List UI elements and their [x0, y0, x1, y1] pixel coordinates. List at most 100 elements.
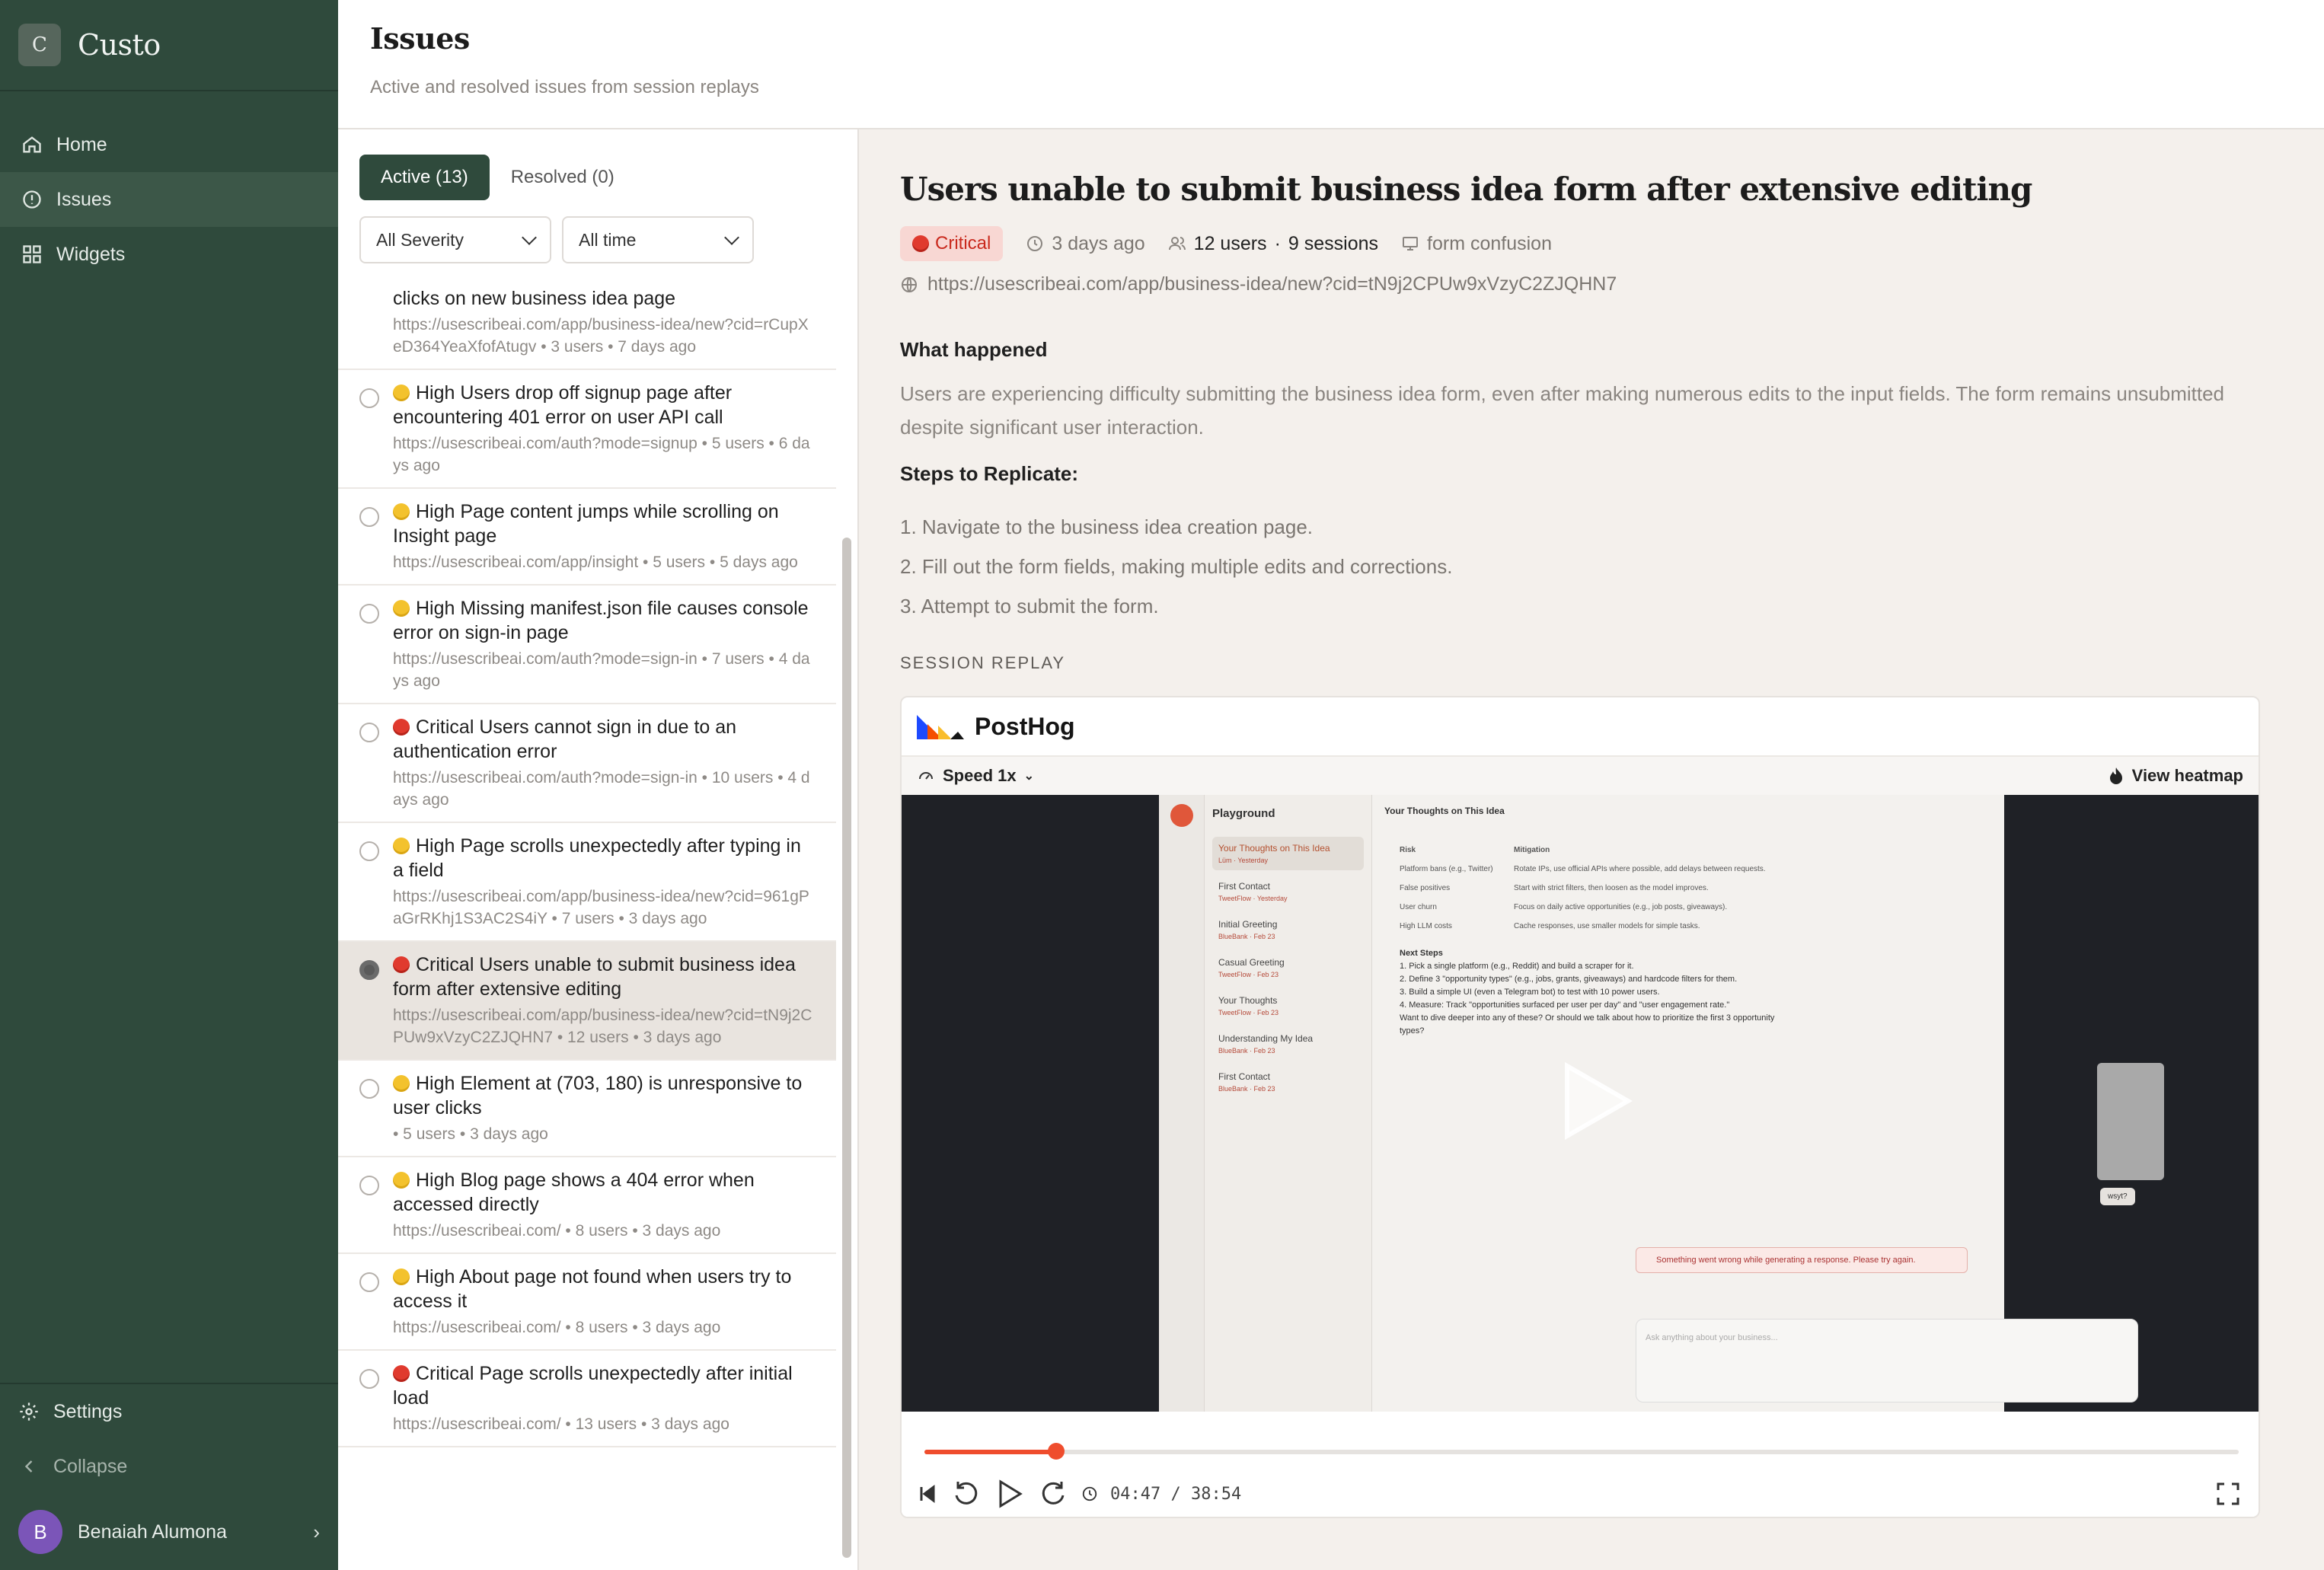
view-heatmap-label: View heatmap [2131, 766, 2243, 785]
mock-chat-bubble: wsyt? [2100, 1188, 2135, 1205]
mock-sidebar-title: Playground [1212, 807, 1275, 820]
issue-list-title: High Page scrolls unexpectedly after typ… [393, 834, 815, 882]
issue-severity: Critical [416, 954, 474, 975]
issue-select-radio[interactable] [359, 1369, 379, 1389]
issue-list-item[interactable]: High Element at (703, 180) is unresponsi… [338, 1061, 836, 1157]
mock-chat-title: First Contact [1218, 1071, 1271, 1082]
posthog-logo-icon [917, 715, 964, 739]
skip-back-icon[interactable] [917, 1483, 938, 1505]
issue-list-item[interactable]: clicks on new business idea page https://… [338, 291, 836, 370]
issue-select-radio[interactable] [359, 1079, 379, 1099]
issue-list-item[interactable]: High Users drop off signup page after en… [338, 370, 836, 489]
high-dot-icon [393, 1268, 410, 1285]
player-toolbar: Speed 1x ⌄ View heatmap [902, 757, 2259, 795]
list-scrollbar[interactable] [842, 538, 851, 1558]
high-dot-icon [393, 385, 410, 401]
issue-list-item[interactable]: Critical Users unable to submit business… [338, 942, 836, 1061]
high-dot-icon [393, 503, 410, 520]
issue-severity: High [416, 1073, 455, 1094]
player-controls: 04:47 / 38:54 [902, 1412, 2259, 1517]
issue-select-radio[interactable] [359, 388, 379, 408]
replay-screen[interactable]: Playground Your Thoughts on This Idea Lüm… [902, 795, 2259, 1412]
issue-list-item[interactable]: High Page scrolls unexpectedly after typ… [338, 823, 836, 942]
mock-logo-icon [1170, 804, 1193, 827]
mock-chat-title: First Contact [1218, 881, 1271, 892]
issue-severity: Critical [416, 716, 474, 738]
issue-list-item[interactable]: High About page not found when users try… [338, 1254, 836, 1351]
critical-dot-icon [393, 956, 410, 973]
timeline-handle[interactable] [1047, 1443, 1065, 1460]
timeline[interactable] [924, 1443, 2239, 1460]
sidebar-item-label: Home [56, 133, 107, 155]
monitor-icon [1403, 237, 1419, 250]
rewind-10-icon[interactable] [950, 1479, 981, 1509]
issue-select-radio[interactable] [359, 604, 379, 624]
issue-list-item[interactable]: High Blog page shows a 404 error when ac… [338, 1157, 836, 1254]
issue-severity: Critical [416, 1363, 474, 1384]
time-filter[interactable]: All time [562, 216, 754, 263]
user-menu[interactable]: B Benaiah Alumona › [0, 1494, 338, 1570]
forward-10-icon[interactable] [1039, 1479, 1069, 1509]
severity-filter[interactable]: All Severity [359, 216, 551, 263]
issue-select-radio[interactable] [359, 1272, 379, 1292]
issue-severity: High [416, 1170, 455, 1191]
issue-list-item[interactable]: Critical Users cannot sign in due to an … [338, 704, 836, 823]
page-subtitle: Active and resolved issues from session … [370, 77, 759, 97]
high-dot-icon [393, 1172, 410, 1189]
chevron-right-icon: › [313, 1520, 320, 1543]
issue-url[interactable]: https://usescribeai.com/app/business-ide… [900, 273, 2283, 295]
issue-list-meta: https://usescribeai.com/auth?mode=sign-i… [393, 769, 810, 809]
issue-list-meta: https://usescribeai.com/ • 8 users • 3 d… [393, 1222, 721, 1240]
issue-select-radio[interactable] [359, 723, 379, 742]
issue-select-radio[interactable] [359, 841, 379, 861]
high-dot-icon [393, 600, 410, 617]
severity-label: Critical [935, 233, 991, 254]
mock-next-step: 4. Measure: Track "opportunities surface… [1400, 1000, 1730, 1010]
issue-list-item[interactable]: Critical Page scrolls unexpectedly after… [338, 1351, 836, 1447]
globe-icon [902, 276, 917, 292]
mock-chat-list: Playground Your Thoughts on This Idea Lüm… [1205, 795, 1372, 1412]
mock-next-title: Next Steps [1400, 949, 1443, 958]
sidebar-item-widgets[interactable]: Widgets [0, 227, 338, 282]
issue-list: clicks on new business idea page https://… [338, 291, 836, 1570]
mock-rail [1159, 795, 1205, 1412]
sidebar-item-issues[interactable]: Issues [0, 172, 338, 227]
speed-selector[interactable]: Speed 1x ⌄ [917, 766, 1034, 786]
issue-severity: High [416, 835, 455, 857]
mock-table-row: High LLM costs Cache responses, use small… [1400, 917, 1910, 936]
sidebar-item-home[interactable]: Home [0, 117, 338, 172]
view-heatmap-button[interactable]: View heatmap [2108, 766, 2243, 786]
mock-chat-tag: BlueBank · Feb 23 [1218, 1047, 1275, 1055]
settings-button[interactable]: Settings [0, 1384, 338, 1439]
sidebar-item-label: Widgets [56, 243, 126, 265]
issue-list-item[interactable]: High Missing manifest.json file causes c… [338, 586, 836, 704]
mock-main: Your Thoughts on This Idea Risk Mitigatio… [1372, 795, 2164, 1412]
issue-title-text: clicks on new business idea page [393, 291, 676, 309]
mock-next-steps: Next Steps 1. Pick a single platform (e.… [1400, 947, 1796, 1038]
step-item: 3. Attempt to submit the form. [900, 595, 1159, 617]
mock-chat-title: Understanding My Idea [1218, 1033, 1314, 1044]
tab-resolved[interactable]: Resolved (0) [490, 155, 636, 200]
issue-select-radio[interactable] [359, 1176, 379, 1195]
play-icon[interactable] [993, 1477, 1026, 1511]
mock-chat-item: Initial Greeting BlueBank · Feb 23 [1212, 913, 1364, 946]
fullscreen-icon[interactable] [2216, 1482, 2240, 1506]
tab-active[interactable]: Active (13) [359, 155, 490, 200]
mock-table-cell: User churn [1400, 903, 1437, 911]
issue-list-title: High About page not found when users try… [393, 1265, 815, 1313]
issue-list-item[interactable]: High Page content jumps while scrolling … [338, 489, 836, 586]
speed-label: Speed 1x [943, 766, 1017, 785]
issue-list-title: High Missing manifest.json file causes c… [393, 596, 815, 645]
issue-select-radio[interactable] [359, 507, 379, 527]
issue-select-radio[interactable] [359, 960, 379, 980]
sidebar-item-label: Issues [56, 188, 112, 210]
issue-list-meta: https://usescribeai.com/ • 8 users • 3 d… [393, 1319, 721, 1336]
issue-list-meta: https://usescribeai.com/app/business-ide… [393, 1007, 812, 1046]
mock-table-cell: False positives [1400, 884, 1451, 892]
steps-list: 1. Navigate to the business idea creatio… [900, 507, 2283, 626]
collapse-button[interactable]: Collapse [0, 1439, 338, 1494]
replay-frame: Playground Your Thoughts on This Idea Lüm… [1159, 795, 2164, 1412]
chevron-down-icon [724, 230, 739, 245]
mock-chat-title: Your Thoughts [1218, 995, 1278, 1006]
play-overlay-icon[interactable] [1563, 1061, 1633, 1141]
